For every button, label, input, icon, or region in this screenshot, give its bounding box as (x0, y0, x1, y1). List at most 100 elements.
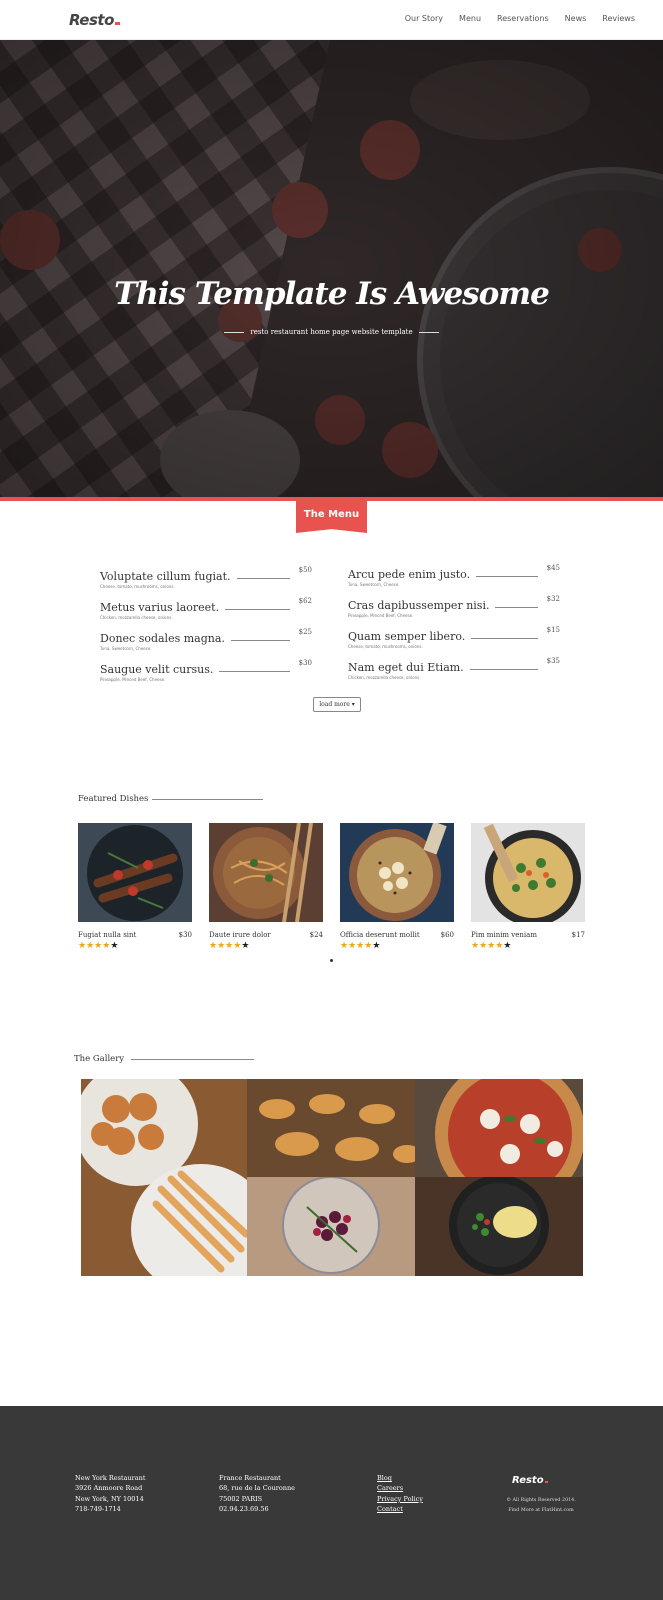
menu-item: Saugue velit cursus. $30 Pineapple, Minc… (100, 659, 312, 689)
menu-item-name: Metus varius laoreet. (100, 601, 226, 614)
logo-text: Resto (69, 11, 114, 29)
divider (224, 331, 245, 333)
load-more-button[interactable]: load more ▾ (313, 697, 361, 712)
gallery-image-pizza[interactable] (415, 1079, 583, 1177)
menu-item-desc: Tuna, Sweetcorn, Cheese. (348, 582, 400, 587)
footer-ny-name: New York Restaurant (75, 1474, 146, 1482)
footer-link-blog[interactable]: Blog (377, 1473, 423, 1483)
dish-name: Fugiat nulla sint (78, 931, 137, 939)
star-icon: ★ (340, 941, 349, 951)
menu-item-desc: Pineapple, Minced Beef, Cheese. (100, 677, 166, 682)
footer-ny-phone: 718-749-1714 (75, 1505, 121, 1514)
footer-fr-address: France Restaurant 68, rue de la Couronne… (219, 1473, 295, 1515)
dish-card[interactable]: Fugiat nulla sint $30 ★★★★★ (78, 823, 192, 951)
load-more-label: load more (319, 701, 350, 708)
gallery-image-pastries[interactable] (81, 1079, 247, 1276)
menu-item-price: $35 (546, 657, 560, 665)
hero-title: This Template Is Awesome (114, 276, 550, 312)
menu-item: Nam eget dui Etiam. $35 Chicken, mozzare… (348, 657, 560, 687)
nav-link-reviews[interactable]: Reviews (602, 14, 635, 23)
menu-item-name: Quam semper libero. (348, 630, 472, 643)
footer-link-contact[interactable]: Contact (377, 1504, 423, 1514)
dish-card[interactable]: Daute irure dolor $24 ★★★★★ (209, 823, 323, 951)
copyright-text: © All Rights Reserved 2014. (506, 1498, 576, 1503)
menu-item: Metus varius laoreet. $62 Chicken, mozza… (100, 597, 312, 627)
star-icon: ★ (372, 941, 381, 951)
footer-links: Blog Careers Privacy Policy Contact (377, 1473, 423, 1515)
featured-section-title: Featured Dishes (78, 794, 149, 804)
gallery-image-pasta-pan[interactable] (415, 1177, 583, 1276)
menu-item-name: Arcu pede enim justo. (348, 568, 477, 581)
menu-item: Quam semper libero. $15 Cheese, tomato, … (348, 626, 560, 656)
footer-ny-street: 3926 Anmoore Road (75, 1484, 143, 1493)
footer-logo-text: Resto (512, 1475, 544, 1486)
menu-item-name: Voluptate cillum fugiat. (100, 570, 237, 583)
dish-price: $30 (178, 931, 192, 939)
footer-link-privacy[interactable]: Privacy Policy (377, 1494, 423, 1504)
menu-item-price: $32 (546, 595, 560, 603)
menu-item-name: Cras dapibussemper nisi. (348, 599, 496, 612)
menu-item-desc: Cheese, tomato, mushrooms, onions. (348, 644, 423, 649)
nav-link-reservations[interactable]: Reservations (497, 14, 549, 23)
star-icon: ★ (86, 941, 95, 951)
star-icon: ★ (471, 941, 480, 951)
nav-link-our-story[interactable]: Our Story (405, 14, 443, 23)
section-divider (131, 1059, 254, 1060)
noodles-photo[interactable] (209, 823, 323, 922)
menu-item-name: Saugue velit cursus. (100, 663, 220, 676)
menu-item: Cras dapibussemper nisi. $32 Pineapple, … (348, 595, 560, 625)
gallery-section-title: The Gallery (74, 1054, 125, 1064)
nav-link-news[interactable]: News (565, 14, 587, 23)
menu-item-price: $30 (298, 659, 312, 667)
menu-item-price: $15 (546, 626, 560, 634)
gallery-grid (81, 1079, 583, 1276)
hero-banner: This Template Is Awesome resto restauran… (0, 40, 663, 497)
dish-name: Daute irure dolor (209, 931, 271, 939)
menu-item-desc: Cheese, tomato, mushrooms, onions. (100, 584, 175, 589)
footer-link-careers[interactable]: Careers (377, 1483, 423, 1493)
oatmeal-photo[interactable] (340, 823, 454, 922)
footer-ny-address: New York Restaurant 3926 Anmoore Road Ne… (75, 1473, 145, 1515)
nav-link-menu[interactable]: Menu (459, 14, 481, 23)
dish-card[interactable]: Officia deserunt mollit $60 ★★★★★ (340, 823, 454, 951)
star-rating: ★★★★★ (340, 941, 380, 951)
star-icon: ★ (110, 941, 119, 951)
menu-item: Donec sodales magna. $25 Tuna, Sweetcorn… (100, 628, 312, 658)
menu-item-desc: Tuna, Sweetcorn, Cheese. (100, 646, 152, 651)
pasta-pan-photo[interactable] (471, 823, 585, 922)
footer-ny-city: New York, NY 10014 (75, 1494, 144, 1503)
menu-item-desc: Pineapple, Minced Beef, Cheese. (348, 613, 414, 618)
star-icon: ★ (348, 941, 357, 951)
logo[interactable]: Resto (69, 11, 120, 29)
section-divider (152, 799, 263, 800)
divider (418, 331, 439, 333)
hero-subtitle: resto restaurant home page website templ… (0, 328, 663, 336)
gallery-image-croissants[interactable] (247, 1079, 415, 1177)
dish-card[interactable]: Pim minim veniam $17 ★★★★★ (471, 823, 585, 951)
carousel-dot[interactable] (330, 959, 333, 962)
hero-background-image (0, 40, 663, 497)
menu-item-desc: Chicken, mozzarella cheese, onions. (348, 675, 421, 680)
menu-item-name: Donec sodales magna. (100, 632, 231, 645)
menu-item-desc: Chicken, mozzarella cheese, onions. (100, 615, 173, 620)
nav-links: Our Story Menu Reservations News Reviews (405, 14, 635, 23)
menu-item-price: $62 (298, 597, 312, 605)
menu-item-price: $50 (298, 566, 312, 574)
footer-fr-name: France Restaurant (219, 1474, 281, 1482)
skewers-photo[interactable] (78, 823, 192, 922)
star-rating: ★★★★★ (471, 941, 511, 951)
dish-price: $60 (440, 931, 454, 939)
dish-name: Pim minim veniam (471, 931, 537, 939)
chevron-down-icon: ▾ (349, 701, 355, 708)
credit-text: Find More at FlatHint.com (508, 1508, 574, 1513)
star-icon: ★ (78, 941, 87, 951)
logo-dot (114, 22, 120, 25)
star-icon: ★ (503, 941, 512, 951)
logo-dot (544, 1481, 548, 1483)
footer-logo[interactable]: Resto (512, 1475, 548, 1486)
dish-price: $24 (309, 931, 323, 939)
gallery-image-berries[interactable] (247, 1177, 415, 1276)
menu-item: Voluptate cillum fugiat. $50 Cheese, tom… (100, 566, 312, 596)
star-icon: ★ (217, 941, 226, 951)
menu-item-name: Nam eget dui Etiam. (348, 661, 470, 674)
